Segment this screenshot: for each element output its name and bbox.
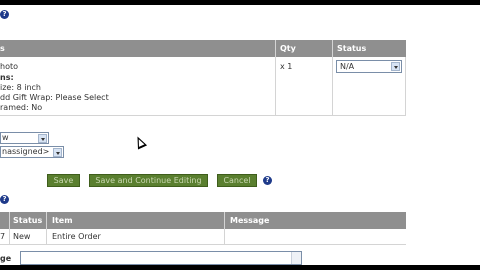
item-status-value: N/A — [340, 62, 355, 71]
message-label: ge — [0, 254, 12, 263]
messages-help-icon[interactable]: ? — [0, 195, 9, 204]
item-option-framed: ramed: No — [0, 103, 43, 112]
item-option-gift-wrap: dd Gift Wrap: Please Select — [0, 93, 109, 102]
save-and-continue-button[interactable]: Save and Continue Editing — [89, 174, 208, 187]
message-item: Entire Order — [52, 232, 101, 241]
assignee-value: nassigned> — [2, 147, 50, 156]
message-textarea[interactable] — [20, 251, 302, 265]
chevron-down-icon[interactable] — [53, 148, 62, 157]
help-icon[interactable]: ? — [263, 176, 272, 185]
messages-table-header: Status Item Message — [0, 212, 406, 229]
video-letterbox-bottom — [0, 265, 480, 270]
message-status-column-header: Status — [13, 216, 43, 225]
message-item-column-header: Item — [52, 216, 73, 225]
message-column-header: Message — [230, 216, 270, 225]
item-options-label: ns: — [0, 73, 14, 82]
items-table-header: s Qty Status — [0, 40, 406, 57]
cancel-button[interactable]: Cancel — [217, 174, 257, 187]
status-column-header: Status — [337, 44, 367, 53]
assignee-select[interactable]: nassigned> — [0, 146, 64, 158]
save-button[interactable]: Save — [47, 174, 80, 187]
message-status: New — [13, 232, 31, 241]
table-row: 7 New Entire Order — [0, 229, 406, 245]
mouse-cursor-icon — [132, 134, 148, 150]
item-name: hoto — [0, 62, 18, 71]
items-column-header: s — [0, 44, 5, 53]
chevron-down-icon[interactable] — [38, 134, 47, 143]
order-status-select[interactable]: w — [0, 132, 49, 144]
textarea-scrollbar[interactable] — [291, 252, 301, 264]
item-option-size: ize: 8 inch — [0, 83, 41, 92]
message-id: 7 — [0, 232, 6, 241]
item-qty: x 1 — [280, 62, 293, 71]
qty-column-header: Qty — [280, 44, 296, 53]
item-status-select[interactable]: N/A — [336, 60, 402, 73]
help-icon[interactable]: ? — [0, 10, 9, 19]
order-edit-page: ? s Qty Status hoto ns: ize: 8 inch dd G… — [0, 5, 480, 265]
order-status-value: w — [2, 133, 9, 142]
chevron-down-icon[interactable] — [391, 62, 400, 71]
